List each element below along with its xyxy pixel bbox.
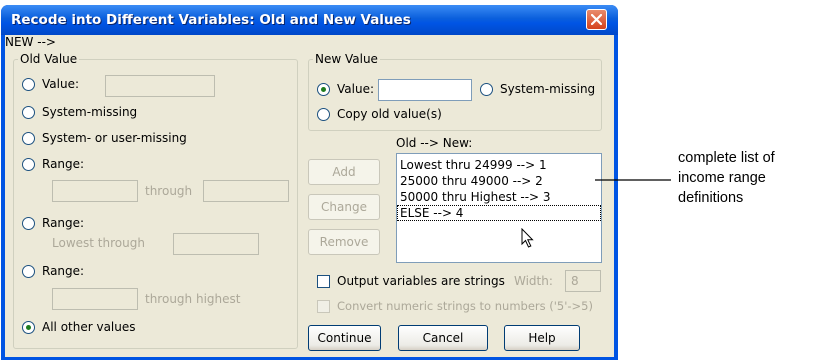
old-value-input[interactable] xyxy=(105,75,215,97)
through-highest-label: through highest xyxy=(145,292,241,306)
new-system-missing-radio[interactable] xyxy=(480,83,493,96)
range-from-input[interactable] xyxy=(52,180,138,202)
continue-button[interactable]: Continue xyxy=(308,325,381,351)
title-bar[interactable]: Recode into Different Variables: Old and… xyxy=(1,5,618,35)
list-item[interactable]: 50000 thru Highest --> 3 xyxy=(397,189,601,205)
all-other-values-radio[interactable] xyxy=(22,321,35,334)
lowest-through-label: Lowest through xyxy=(52,236,145,250)
old-value-legend: Old Value xyxy=(18,52,80,66)
old-range-highest-radio[interactable] xyxy=(22,265,35,278)
old-range-lowest-label: Range: xyxy=(42,216,85,230)
dialog-window: Recode into Different Variables: Old and… xyxy=(1,5,618,360)
old-range-highest-label: Range: xyxy=(42,264,85,278)
new-value-radio[interactable] xyxy=(317,83,330,96)
through-highest-input[interactable] xyxy=(52,288,138,310)
range-to-input[interactable] xyxy=(203,180,289,202)
convert-numeric-checkbox[interactable] xyxy=(317,300,330,313)
width-input[interactable]: 8 xyxy=(565,270,601,292)
list-item[interactable]: ELSE --> 4 xyxy=(397,205,601,221)
width-label: Width: xyxy=(514,274,553,288)
new-value-legend: New Value xyxy=(313,52,380,66)
callout-line-1: complete list of xyxy=(678,150,775,166)
old-value-radio[interactable] xyxy=(22,78,35,91)
convert-numeric-label: Convert numeric strings to numbers ('5'-… xyxy=(337,299,593,313)
help-button[interactable]: Help xyxy=(504,325,580,351)
callout-line xyxy=(595,179,671,181)
dialog-title: Recode into Different Variables: Old and… xyxy=(11,12,411,28)
old-system-missing-radio[interactable] xyxy=(22,106,35,119)
new-value-input[interactable] xyxy=(378,79,472,101)
old-system-missing-label: System-missing xyxy=(42,105,138,119)
old-new-label: Old --> New: xyxy=(396,136,473,150)
callout-text: complete list of income range definition… xyxy=(678,148,775,208)
new-system-missing-label: System-missing xyxy=(500,82,596,96)
lowest-through-input[interactable] xyxy=(173,233,259,255)
old-range-label: Range: xyxy=(42,157,85,171)
cancel-button[interactable]: Cancel xyxy=(398,325,488,351)
add-button[interactable]: Add xyxy=(308,159,380,185)
list-item[interactable]: 25000 thru 49000 --> 2 xyxy=(397,173,601,189)
callout-line-2: income range xyxy=(678,170,766,186)
old-sys-user-missing-radio[interactable] xyxy=(22,132,35,145)
list-item[interactable]: Lowest thru 24999 --> 1 xyxy=(397,157,601,173)
remove-button[interactable]: Remove xyxy=(308,229,380,255)
dialog-body: Old Value Value: System-missing System- … xyxy=(5,35,614,357)
old-range-lowest-radio[interactable] xyxy=(22,217,35,230)
new-value-label: Value: xyxy=(337,82,374,96)
old-range-radio[interactable] xyxy=(22,158,35,171)
mouse-pointer-icon xyxy=(521,228,534,248)
copy-old-values-label: Copy old value(s) xyxy=(337,107,442,121)
change-button[interactable]: Change xyxy=(308,194,380,220)
old-sys-user-missing-label: System- or user-missing xyxy=(42,131,187,145)
close-button[interactable] xyxy=(586,9,607,30)
through-label: through xyxy=(145,184,193,198)
old-new-listbox[interactable]: Lowest thru 24999 --> 1 25000 thru 49000… xyxy=(396,153,602,263)
all-other-values-label: All other values xyxy=(42,320,136,334)
copy-old-values-radio[interactable] xyxy=(317,108,330,121)
callout-line-3: definitions xyxy=(678,190,744,206)
close-icon xyxy=(591,14,602,25)
old-value-label: Value: xyxy=(42,77,79,91)
output-strings-label: Output variables are strings xyxy=(337,274,505,288)
output-strings-checkbox[interactable] xyxy=(317,275,330,288)
